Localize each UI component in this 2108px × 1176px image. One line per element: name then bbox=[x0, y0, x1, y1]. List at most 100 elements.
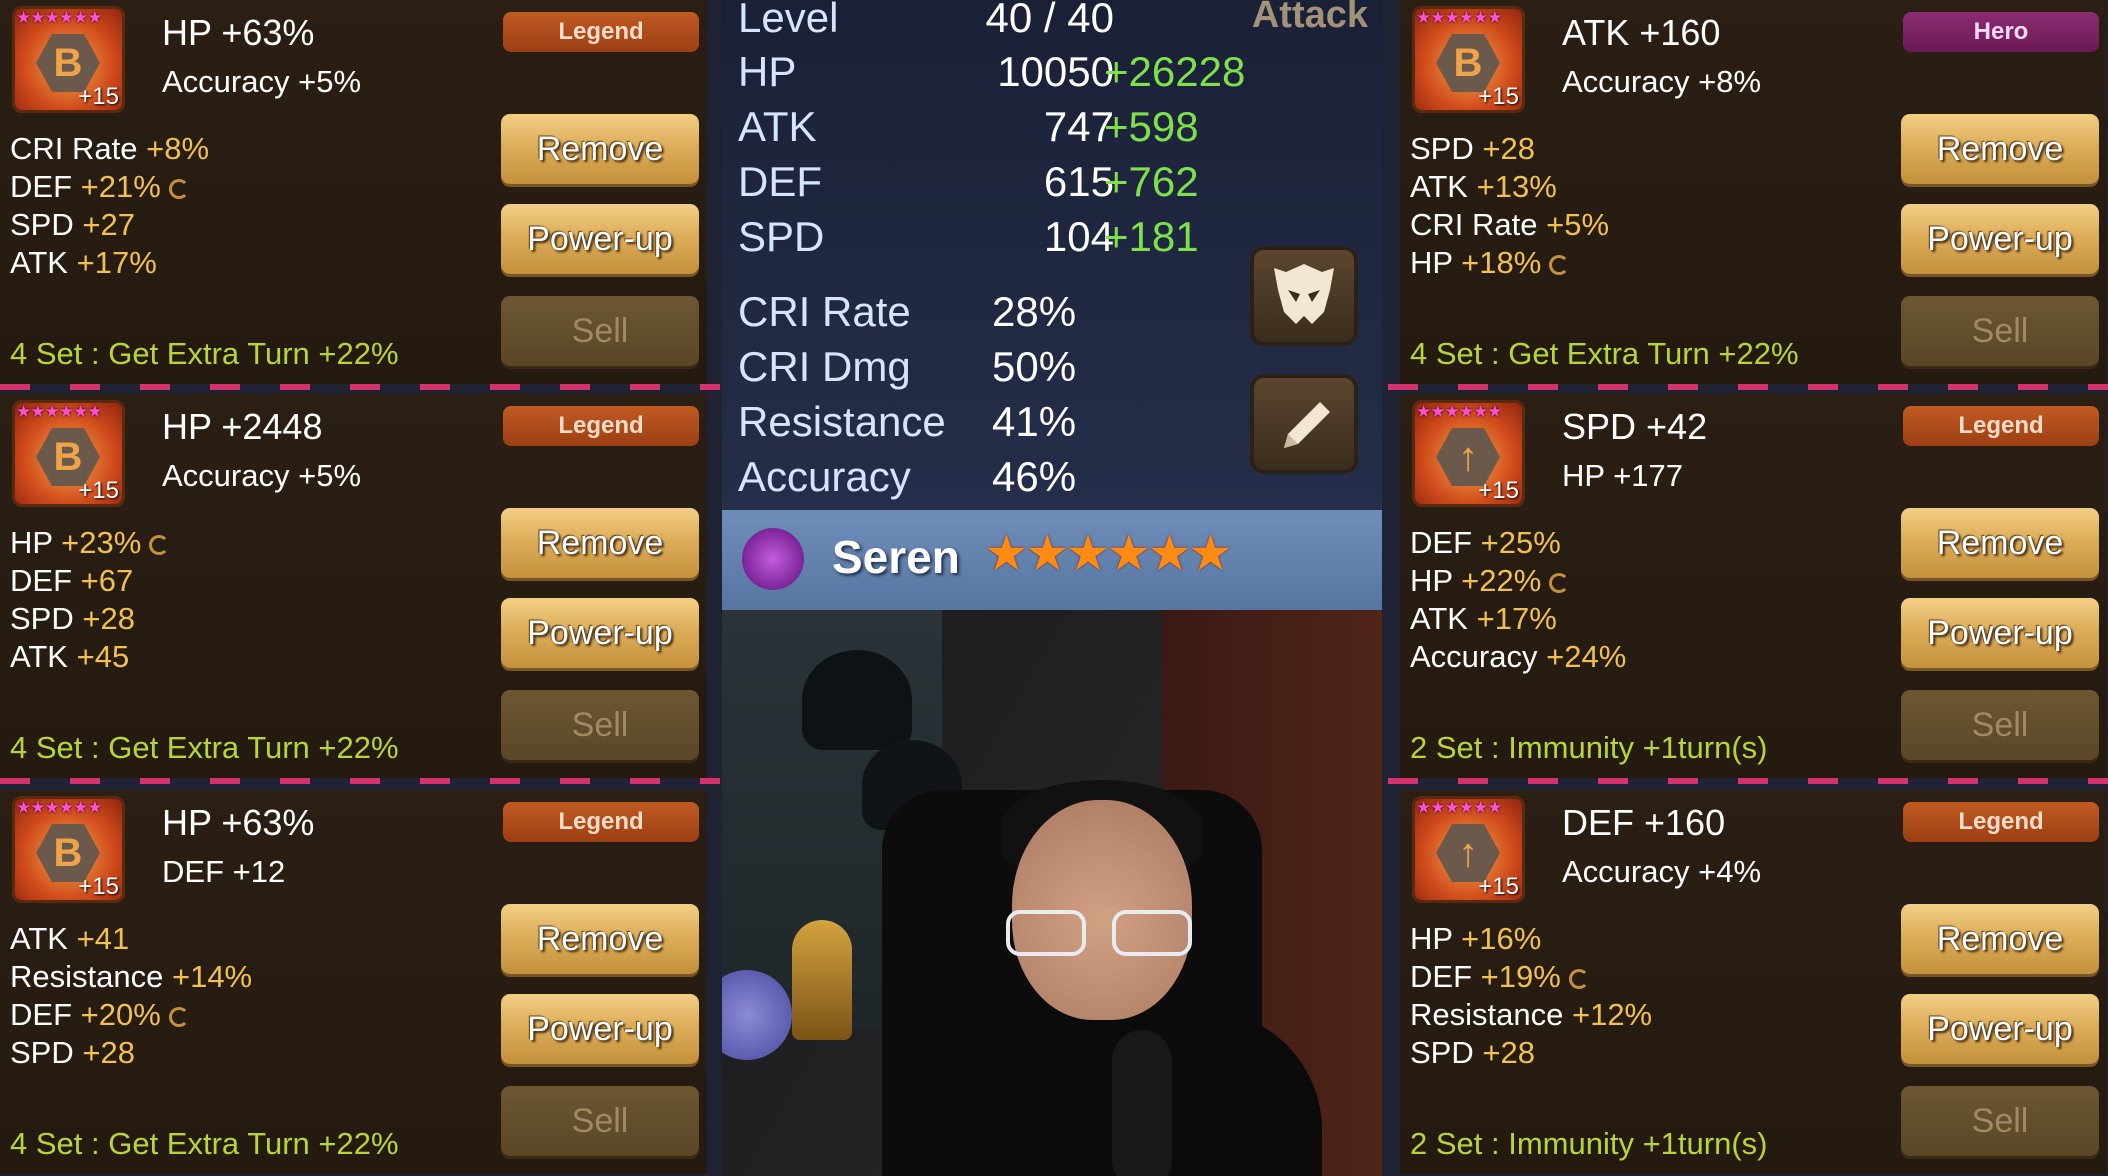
rune-substat: SPD +28 bbox=[10, 1034, 252, 1072]
stat-bonus-value: +181 bbox=[1104, 213, 1199, 260]
element-wind-icon bbox=[742, 528, 804, 590]
sell-button[interactable]: Sell bbox=[1901, 690, 2099, 760]
grind-icon bbox=[1549, 573, 1570, 593]
rune-grade-badge: Legend bbox=[503, 802, 699, 842]
remove-button[interactable]: Remove bbox=[501, 904, 699, 974]
substat-value: +27 bbox=[82, 207, 135, 242]
sell-button[interactable]: Sell bbox=[501, 296, 699, 366]
pencil-icon bbox=[1284, 402, 1330, 448]
sell-button[interactable]: Sell bbox=[1901, 1086, 2099, 1156]
substat-value: +14% bbox=[171, 959, 253, 994]
monster-name-bar: Seren ★★★★★★ bbox=[722, 510, 1382, 610]
stat-label: CRI Rate bbox=[738, 288, 911, 335]
rune-substat-list: HP +16% DEF +19% Resistance +12% SPD +28 bbox=[1410, 920, 1652, 1072]
substat-name: SPD bbox=[1410, 1035, 1483, 1070]
rune-card[interactable]: ★★★★★★ ↑ +15 SPD +42 HP +177 Legend DEF … bbox=[1400, 394, 2107, 778]
sell-button[interactable]: Sell bbox=[501, 690, 699, 760]
rune-level: +15 bbox=[1478, 477, 1519, 504]
substat-value: +28 bbox=[82, 1035, 135, 1070]
rune-innate-stat: HP +177 bbox=[1562, 458, 1683, 493]
substat-name: ATK bbox=[1410, 169, 1477, 204]
rune-substat: SPD +28 bbox=[1410, 1034, 1652, 1072]
grind-icon bbox=[168, 179, 189, 199]
remove-button[interactable]: Remove bbox=[1901, 904, 2099, 974]
stat-label: ATK bbox=[738, 103, 817, 150]
substat-name: ATK bbox=[10, 921, 77, 956]
power-up-button[interactable]: Power-up bbox=[1901, 204, 2099, 274]
rune-stars: ★★★★★★ bbox=[16, 798, 102, 817]
stat-base-value: 10050 bbox=[997, 48, 1114, 95]
rune-card[interactable]: ★★★★★★ B +15 ATK +160 Accuracy +8% Hero … bbox=[1400, 0, 2107, 384]
rune-substat: Resistance +14% bbox=[10, 958, 252, 996]
substat-name: CRI Rate bbox=[10, 131, 147, 166]
rune-thumbnail: ★★★★★★ ↑ +15 bbox=[1412, 796, 1525, 903]
substat-value: +25% bbox=[1480, 525, 1561, 560]
rune-stars: ★★★★★★ bbox=[1416, 798, 1502, 817]
monster-stars: ★★★★★★ bbox=[984, 525, 1233, 581]
rune-set-effect: 4 Set : Get Extra Turn +22% bbox=[1410, 336, 1799, 371]
sell-button[interactable]: Sell bbox=[1901, 296, 2099, 366]
sell-button[interactable]: Sell bbox=[501, 1086, 699, 1156]
substat-name: CRI Rate bbox=[1410, 207, 1547, 242]
rune-substat: ATK +45 bbox=[10, 638, 169, 676]
remove-button[interactable]: Remove bbox=[1901, 114, 2099, 184]
substat-name: ATK bbox=[1410, 601, 1477, 636]
power-up-button[interactable]: Power-up bbox=[501, 204, 699, 274]
substat-value: +19% bbox=[1480, 959, 1561, 994]
substat-name: Resistance bbox=[1410, 997, 1572, 1032]
monster-stats-panel: Attack Level 40 / 40 HP 10050 +26228 ATK 747… bbox=[722, 0, 1382, 510]
power-up-button[interactable]: Power-up bbox=[1901, 994, 2099, 1064]
substat-name: DEF bbox=[1410, 525, 1481, 560]
stat-value: 28% bbox=[992, 288, 1077, 335]
rune-substat: HP +18% bbox=[1410, 244, 1609, 282]
substat-value: +22% bbox=[1461, 563, 1542, 598]
grind-icon bbox=[168, 1007, 189, 1027]
rune-thumbnail: ★★★★★★ B +15 bbox=[12, 400, 125, 507]
rune-substat: HP +16% bbox=[1410, 920, 1652, 958]
rune-set-effect: 4 Set : Get Extra Turn +22% bbox=[10, 1126, 399, 1161]
remove-button[interactable]: Remove bbox=[501, 114, 699, 184]
rune-main-stat: SPD +42 bbox=[1562, 406, 1708, 447]
rune-stars: ★★★★★★ bbox=[16, 8, 102, 27]
rune-substat: SPD +27 bbox=[10, 206, 209, 244]
substat-value: +21% bbox=[80, 169, 161, 204]
substat-value: +28 bbox=[1482, 131, 1535, 166]
substat-name: SPD bbox=[10, 207, 83, 242]
trophy-image bbox=[792, 920, 852, 1040]
substat-value: +23% bbox=[61, 525, 142, 560]
rune-card[interactable]: ★★★★★★ B +15 HP +63% DEF +12 Legend ATK … bbox=[0, 790, 707, 1174]
stat-value: 40 / 40 bbox=[985, 0, 1114, 41]
rune-card[interactable]: ★★★★★★ B +15 HP +2448 Accuracy +5% Legen… bbox=[0, 394, 707, 778]
substat-value: +45 bbox=[76, 639, 130, 674]
monster-name: Seren bbox=[832, 531, 960, 583]
substat-name: HP bbox=[10, 525, 62, 560]
power-up-button[interactable]: Power-up bbox=[1901, 598, 2099, 668]
rune-grade-badge: Legend bbox=[1903, 802, 2099, 842]
substat-name: HP bbox=[1410, 921, 1462, 956]
rune-card[interactable]: ★★★★★★ B +15 HP +63% Accuracy +5% Legend… bbox=[0, 0, 707, 384]
monster-type-label: Attack bbox=[1251, 0, 1368, 36]
rune-substat: SPD +28 bbox=[10, 600, 169, 638]
stat-base-value: 104 bbox=[1043, 213, 1114, 260]
remove-button[interactable]: Remove bbox=[1901, 508, 2099, 578]
stat-label: DEF bbox=[738, 158, 822, 205]
rune-card[interactable]: ★★★★★★ ↑ +15 DEF +160 Accuracy +4% Legen… bbox=[1400, 790, 2107, 1174]
substat-name: SPD bbox=[10, 1035, 83, 1070]
rune-main-stat: HP +2448 bbox=[162, 406, 323, 447]
rune-substat: ATK +17% bbox=[1410, 600, 1626, 638]
rune-substat: DEF +25% bbox=[1410, 524, 1626, 562]
webcam-overlay bbox=[722, 610, 1382, 1176]
monster-skill-button[interactable] bbox=[1250, 246, 1358, 346]
remove-button[interactable]: Remove bbox=[501, 508, 699, 578]
substat-name: HP bbox=[1410, 245, 1462, 280]
power-up-button[interactable]: Power-up bbox=[501, 598, 699, 668]
substat-value: +28 bbox=[1482, 1035, 1535, 1070]
edit-button[interactable] bbox=[1250, 374, 1358, 474]
power-up-button[interactable]: Power-up bbox=[501, 994, 699, 1064]
substat-name: ATK bbox=[10, 639, 77, 674]
grind-icon bbox=[1568, 969, 1589, 989]
rune-substat-list: HP +23% DEF +67 SPD +28 ATK +45 bbox=[10, 524, 170, 676]
rune-grade-badge: Legend bbox=[503, 406, 699, 446]
substat-value: +17% bbox=[76, 245, 157, 280]
substat-value: +24% bbox=[1546, 639, 1627, 674]
